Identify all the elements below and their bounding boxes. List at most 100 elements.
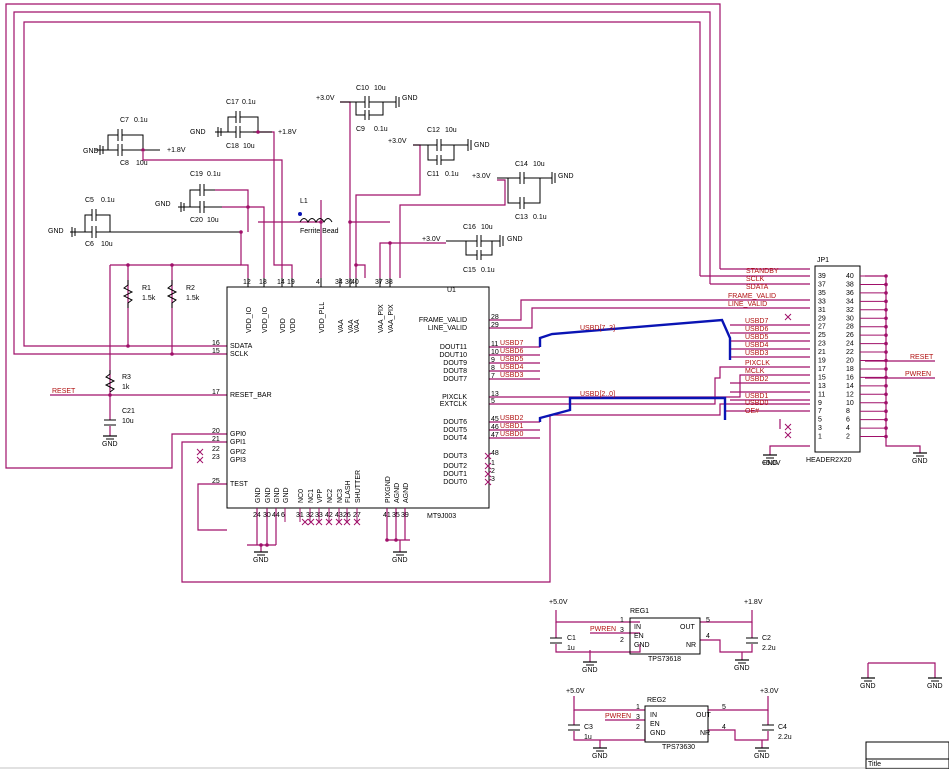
gnd-label: GND: [860, 683, 876, 690]
svg-text:C12: C12: [427, 127, 440, 134]
header-left-pin-num: 3: [818, 425, 822, 432]
header-left-pin-num: 37: [818, 281, 826, 288]
schematic-canvas: 12VDD_IO18VDD_IO14VDD19VDD4VDD_PLL34VAA3…: [0, 3, 949, 769]
junction-dot: [884, 375, 888, 380]
chip-part: MT9J003: [427, 513, 456, 520]
chip-top-pin-label: VDD_IO: [246, 306, 253, 333]
svg-text:C14: C14: [515, 161, 528, 168]
svg-text:+1.8V: +1.8V: [167, 147, 186, 154]
bus-label-upper: USBD[7..3]: [580, 325, 615, 332]
chip-top-pin-num: 12: [243, 279, 251, 286]
chip-right-pin-num: 10: [491, 349, 499, 356]
net-usbd0: USBD0: [500, 431, 523, 438]
junction-dot: [884, 434, 888, 439]
chip-top-pin-num: 4: [316, 279, 320, 286]
header-left-pin-num: 17: [818, 366, 826, 373]
svg-text:GND: GND: [558, 173, 574, 180]
header-right-pin-num: 12: [846, 391, 854, 398]
svg-text:EN: EN: [650, 721, 660, 728]
chip-right-pin-label: DOUT2: [443, 463, 467, 470]
header-right-pin-num: 36: [846, 290, 854, 297]
svg-text:GND: GND: [634, 642, 650, 649]
header-right-pin-num: 38: [846, 281, 854, 288]
header-right-pin-num: 26: [846, 332, 854, 339]
junction-dot: [126, 344, 130, 348]
svg-text:10u: 10u: [374, 85, 386, 92]
chip-top-pin-label: VAA: [354, 319, 361, 333]
chip-bottom-pin-label: FLASH: [345, 480, 352, 503]
chip-right-pin-num: 3: [491, 476, 495, 483]
chip-left-pin-num: 25: [212, 478, 220, 485]
gnd-label: GND: [102, 441, 118, 448]
chip-left-pin-label: RESET_BAR: [230, 392, 272, 399]
bus-upper: [538, 318, 732, 360]
chip-top-pins: 12 VDD_IO 18 VDD_IO 14 VDD 19 VDD 4 VDD_PLL 34 VAA 3…: [243, 278, 395, 333]
svg-text:C10: C10: [356, 85, 369, 92]
header-left-pin-num: 5: [818, 417, 822, 424]
net-sdata: SDATA: [746, 284, 769, 291]
chip-left-pins: 16 SDATA 15 SCLK 17 RESET_BAR 20 GPI0 21 GPI1 22 GP…: [212, 340, 272, 488]
svg-text:0.1u: 0.1u: [242, 99, 256, 106]
svg-text:GND: GND: [155, 201, 171, 208]
bus-label-lower: USBD[2..0]: [580, 391, 615, 398]
header-left-pin-num: 1: [818, 434, 822, 441]
ferrite-bead-l1: L1 Ferrite Bead: [298, 198, 339, 235]
junction-dot: [884, 358, 888, 363]
chip-bottom-pin-label: AGND: [394, 483, 401, 503]
chip-bottom-pin-label: NC1: [308, 489, 315, 503]
svg-text:2: 2: [636, 724, 640, 731]
svg-text:10u: 10u: [101, 241, 113, 248]
chip-left-pin-label: SDATA: [230, 343, 253, 350]
junction-dot: [259, 543, 263, 547]
net-reset-left: RESET: [52, 388, 76, 395]
svg-text:R2: R2: [186, 285, 195, 292]
chip-bottom-pin-label: PIXGND: [385, 476, 392, 503]
svg-text:GND: GND: [507, 236, 523, 243]
svg-text:+1.8V: +1.8V: [744, 599, 763, 606]
header-right-pin-num: 6: [846, 417, 850, 424]
gnd-label: GND: [927, 683, 943, 690]
chip-bottom-pin-label: NC2: [327, 489, 334, 503]
svg-text:GND: GND: [402, 95, 418, 102]
svg-text:10u: 10u: [122, 418, 134, 425]
chip-right-pin-label: DOUT10: [439, 352, 467, 359]
chip-top-pin-num: 34: [335, 279, 343, 286]
header-part: HEADER2X20: [806, 457, 852, 464]
svg-text:10u: 10u: [207, 217, 219, 224]
chip-top-pin-label: VDD_IO: [262, 306, 269, 333]
svg-text:C9: C9: [356, 126, 365, 133]
junction-dot: [884, 308, 888, 312]
chip-bottom-pins: GND24GND30GND44GND6NC031NC132VPP33NC242N…: [253, 470, 410, 522]
svg-text:PWREN: PWREN: [605, 713, 631, 720]
svg-text:4: 4: [722, 724, 726, 731]
svg-text:C16: C16: [463, 224, 476, 231]
header-left-pin-num: 35: [818, 290, 826, 297]
svg-text:GND: GND: [474, 142, 490, 149]
header-right-pin-num: 10: [846, 400, 854, 407]
wires: [5, 3, 936, 748]
header-right-pin-num: 2: [846, 434, 850, 441]
svg-text:5: 5: [706, 617, 710, 624]
net-usbd5: USBD5: [500, 356, 523, 363]
svg-text:10u: 10u: [136, 160, 148, 167]
chip-left-pin-num: 23: [212, 454, 220, 461]
junction-dot: [884, 333, 888, 337]
header-right-pin-num: 30: [846, 315, 854, 322]
cap-pair-c19-c20: C19 0.1u C20 10u GND: [155, 171, 222, 224]
svg-text:C1: C1: [567, 635, 576, 642]
chip-top-pin-label: VDD: [290, 318, 297, 333]
header-left-pin-num: 27: [818, 324, 826, 331]
chip-bottom-pin-label: NC0: [298, 489, 305, 503]
title-label: Title: [868, 761, 881, 768]
chip-top-pin-num: 38: [385, 279, 393, 286]
chip-right-pin-num: 1: [491, 460, 495, 467]
svg-text:C7: C7: [120, 117, 129, 124]
junction-dot: [170, 263, 174, 267]
net-reset-right: RESET: [910, 354, 934, 361]
cap-pair-c14-c13: C14 10u C13 0.1u +3.0V GND: [472, 161, 574, 221]
chip-right-pin-num: 45: [491, 416, 499, 423]
net-usbd3-hdr: USBD3: [745, 350, 768, 357]
chip-left-pin-label: GPI3: [230, 457, 246, 464]
header-pins: 39 4037 3835 3633 3431 3229 3027 2825 2623 2421 22…: [818, 273, 886, 441]
svg-text:OUT: OUT: [680, 624, 696, 631]
